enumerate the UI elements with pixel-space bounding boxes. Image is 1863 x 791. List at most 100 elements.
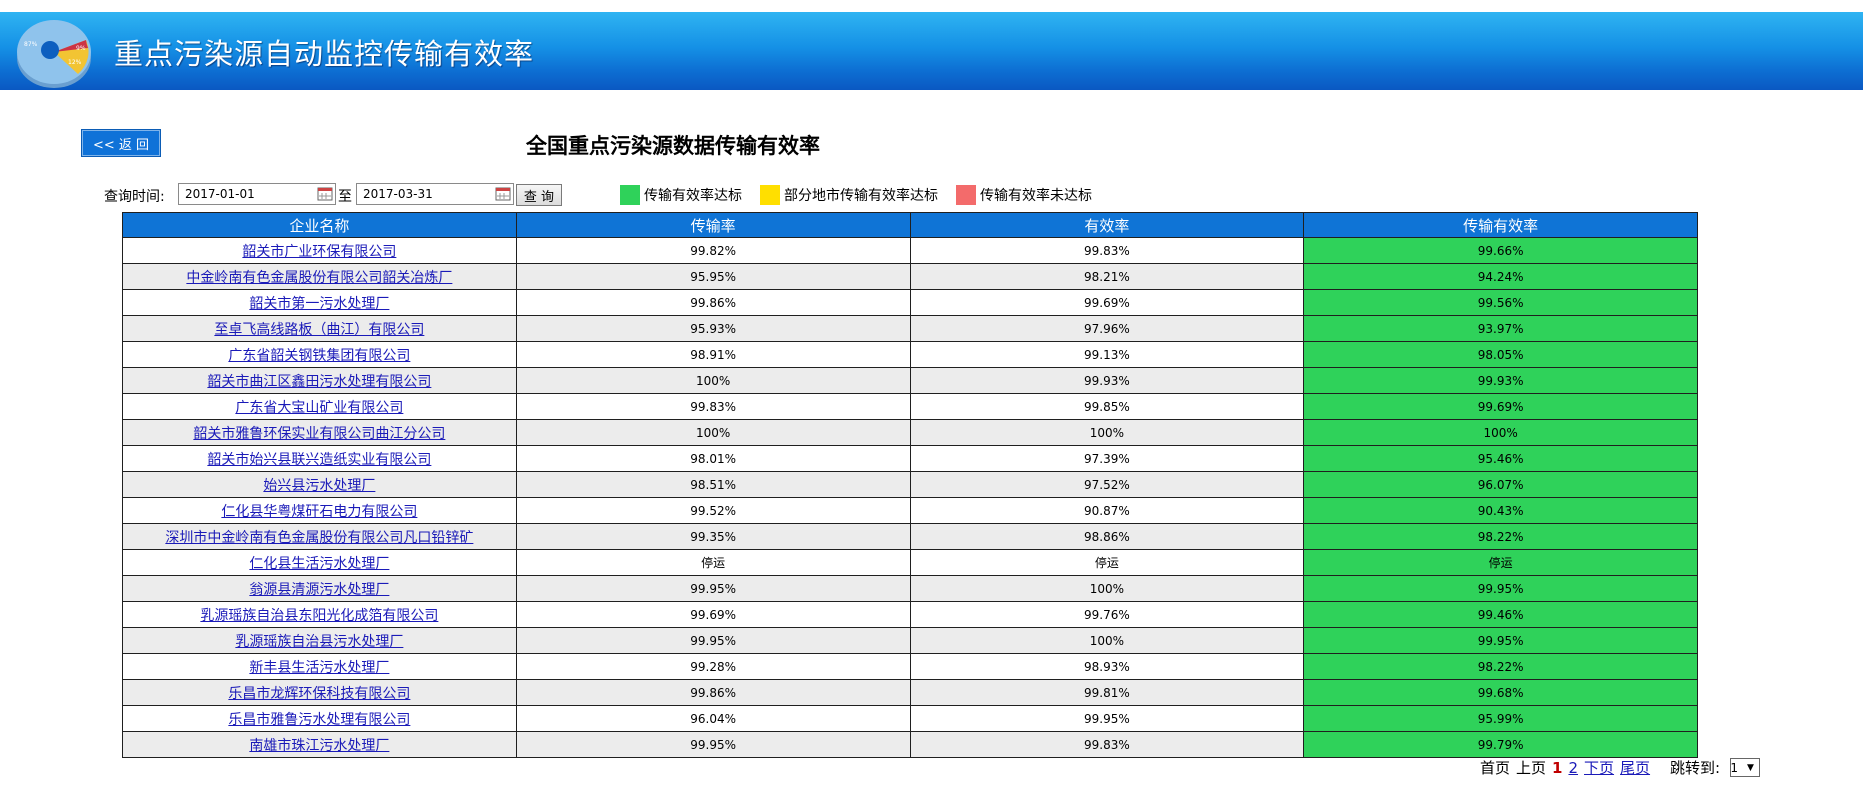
column-header-transmission-valid-rate: 传输有效率: [1303, 212, 1698, 238]
pager-first[interactable]: 首页: [1480, 757, 1510, 778]
company-cell[interactable]: 韶关市雅鲁环保实业有限公司曲江分公司: [122, 419, 517, 446]
valid-rate-cell: 99.76%: [909, 601, 1305, 628]
transmission-valid-rate-cell: 100%: [1303, 419, 1698, 446]
company-cell[interactable]: 中金岭南有色金属股份有限公司韶关冶炼厂: [122, 263, 517, 290]
legend-item-partial: 部分地市传输有效率达标: [760, 185, 938, 205]
company-link[interactable]: 中金岭南有色金属股份有限公司韶关冶炼厂: [186, 270, 452, 286]
table-row: 仁化县生活污水处理厂 停运 停运 停运: [122, 549, 1698, 576]
table-row: 韶关市始兴县联兴造纸实业有限公司 98.01% 97.39% 95.46%: [122, 445, 1698, 472]
table-row: 至卓飞高线路板（曲江）有限公司 95.93% 97.96% 93.97%: [122, 315, 1698, 342]
company-cell[interactable]: 仁化县生活污水处理厂: [122, 549, 517, 576]
company-cell[interactable]: 至卓飞高线路板（曲江）有限公司: [122, 315, 517, 342]
company-link[interactable]: 翁源县清源污水处理厂: [249, 582, 389, 598]
company-cell[interactable]: 韶关市广业环保有限公司: [122, 237, 517, 264]
legend-label: 传输有效率达标: [644, 188, 742, 204]
transmission-valid-rate-cell: 99.68%: [1303, 679, 1698, 706]
valid-rate-cell: 99.93%: [909, 367, 1305, 394]
valid-rate-cell: 97.39%: [909, 445, 1305, 472]
company-cell[interactable]: 韶关市始兴县联兴造纸实业有限公司: [122, 445, 517, 472]
table-row: 始兴县污水处理厂 98.51% 97.52% 96.07%: [122, 471, 1698, 498]
pager-page-1[interactable]: 1: [1552, 759, 1562, 777]
company-cell[interactable]: 仁化县华粤煤矸石电力有限公司: [122, 497, 517, 524]
company-link[interactable]: 仁化县生活污水处理厂: [249, 556, 389, 572]
transmission-rate-cell: 99.35%: [515, 523, 911, 550]
company-link[interactable]: 韶关市曲江区鑫田污水处理有限公司: [207, 374, 431, 390]
transmission-valid-rate-cell: 98.22%: [1303, 523, 1698, 550]
company-link[interactable]: 韶关市第一污水处理厂: [249, 296, 389, 312]
legend-item-pass: 传输有效率达标: [620, 185, 742, 205]
end-date-field[interactable]: 2017-03-31: [356, 183, 514, 205]
pager-last[interactable]: 尾页: [1620, 757, 1650, 778]
transmission-rate-cell: 98.01%: [515, 445, 911, 472]
page-jump-select[interactable]: 1 ▼: [1730, 758, 1761, 777]
company-link[interactable]: 乳源瑶族自治县东阳光化成箔有限公司: [200, 608, 438, 624]
company-link[interactable]: 仁化县华粤煤矸石电力有限公司: [221, 504, 417, 520]
company-link[interactable]: 韶关市雅鲁环保实业有限公司曲江分公司: [193, 426, 445, 442]
company-cell[interactable]: 新丰县生活污水处理厂: [122, 653, 517, 680]
transmission-valid-rate-cell: 99.46%: [1303, 601, 1698, 628]
pie-logo-icon: 87% 9% 12%: [17, 20, 91, 88]
transmission-valid-rate-cell: 98.22%: [1303, 653, 1698, 680]
pager-prev[interactable]: 上页: [1516, 757, 1546, 778]
company-cell[interactable]: 广东省大宝山矿业有限公司: [122, 393, 517, 420]
app-title: 重点污染源自动监控传输有效率: [114, 37, 535, 71]
valid-rate-cell: 99.69%: [909, 289, 1305, 316]
transmission-rate-cell: 99.82%: [515, 237, 911, 264]
start-date-value: 2017-01-01: [185, 187, 255, 201]
start-date-field[interactable]: 2017-01-01: [178, 183, 336, 205]
table-row: 广东省大宝山矿业有限公司 99.83% 99.85% 99.69%: [122, 393, 1698, 420]
query-button[interactable]: 查 询: [516, 184, 562, 206]
transmission-valid-rate-cell: 99.79%: [1303, 731, 1698, 758]
company-link[interactable]: 广东省韶关钢铁集团有限公司: [228, 348, 410, 364]
valid-rate-cell: 99.85%: [909, 393, 1305, 420]
company-cell[interactable]: 乳源瑶族自治县污水处理厂: [122, 627, 517, 654]
company-cell[interactable]: 翁源县清源污水处理厂: [122, 575, 517, 602]
table-row: 南雄市珠江污水处理厂 99.95% 99.83% 99.79%: [122, 731, 1698, 758]
legend-item-fail: 传输有效率未达标: [956, 185, 1092, 205]
company-cell[interactable]: 乳源瑶族自治县东阳光化成箔有限公司: [122, 601, 517, 628]
valid-rate-cell: 100%: [909, 575, 1305, 602]
svg-text:12%: 12%: [68, 59, 82, 66]
back-button[interactable]: << 返 回: [82, 130, 160, 156]
table-row: 乳源瑶族自治县污水处理厂 99.95% 100% 99.95%: [122, 627, 1698, 654]
company-link[interactable]: 深圳市中金岭南有色金属股份有限公司凡口铅锌矿: [165, 530, 473, 546]
transmission-valid-rate-cell: 96.07%: [1303, 471, 1698, 498]
company-link[interactable]: 韶关市始兴县联兴造纸实业有限公司: [207, 452, 431, 468]
company-cell[interactable]: 乐昌市龙辉环保科技有限公司: [122, 679, 517, 706]
valid-rate-cell: 100%: [909, 419, 1305, 446]
column-header-company: 企业名称: [122, 212, 517, 238]
company-link[interactable]: 至卓飞高线路板（曲江）有限公司: [214, 322, 424, 338]
company-link[interactable]: 新丰县生活污水处理厂: [249, 660, 389, 676]
svg-text:87%: 87%: [24, 41, 38, 48]
company-cell[interactable]: 南雄市珠江污水处理厂: [122, 731, 517, 758]
transmission-rate-cell: 99.95%: [515, 627, 911, 654]
company-cell[interactable]: 韶关市曲江区鑫田污水处理有限公司: [122, 367, 517, 394]
table-row: 韶关市广业环保有限公司 99.82% 99.83% 99.66%: [122, 237, 1698, 264]
company-link[interactable]: 乐昌市雅鲁污水处理有限公司: [228, 712, 410, 728]
calendar-icon[interactable]: [495, 186, 511, 201]
company-link[interactable]: 始兴县污水处理厂: [263, 478, 375, 494]
company-cell[interactable]: 始兴县污水处理厂: [122, 471, 517, 498]
end-date-value: 2017-03-31: [363, 187, 433, 201]
transmission-valid-rate-cell: 95.99%: [1303, 705, 1698, 732]
pager-page-2[interactable]: 2: [1568, 759, 1578, 777]
company-cell[interactable]: 韶关市第一污水处理厂: [122, 289, 517, 316]
transmission-valid-rate-cell: 95.46%: [1303, 445, 1698, 472]
pager-next[interactable]: 下页: [1584, 757, 1614, 778]
svg-text:9%: 9%: [76, 45, 86, 52]
table-row: 乳源瑶族自治县东阳光化成箔有限公司 99.69% 99.76% 99.46%: [122, 601, 1698, 628]
company-link[interactable]: 乐昌市龙辉环保科技有限公司: [228, 686, 410, 702]
legend-swatch-yellow: [760, 185, 780, 205]
company-link[interactable]: 韶关市广业环保有限公司: [242, 244, 396, 260]
company-cell[interactable]: 深圳市中金岭南有色金属股份有限公司凡口铅锌矿: [122, 523, 517, 550]
transmission-rate-cell: 99.69%: [515, 601, 911, 628]
transmission-valid-rate-cell: 94.24%: [1303, 263, 1698, 290]
valid-rate-cell: 99.83%: [909, 731, 1305, 758]
company-link[interactable]: 乳源瑶族自治县污水处理厂: [235, 634, 403, 650]
table-row: 仁化县华粤煤矸石电力有限公司 99.52% 90.87% 90.43%: [122, 497, 1698, 524]
company-link[interactable]: 南雄市珠江污水处理厂: [249, 738, 389, 754]
company-cell[interactable]: 广东省韶关钢铁集团有限公司: [122, 341, 517, 368]
company-cell[interactable]: 乐昌市雅鲁污水处理有限公司: [122, 705, 517, 732]
company-link[interactable]: 广东省大宝山矿业有限公司: [235, 400, 403, 416]
calendar-icon[interactable]: [317, 186, 333, 201]
